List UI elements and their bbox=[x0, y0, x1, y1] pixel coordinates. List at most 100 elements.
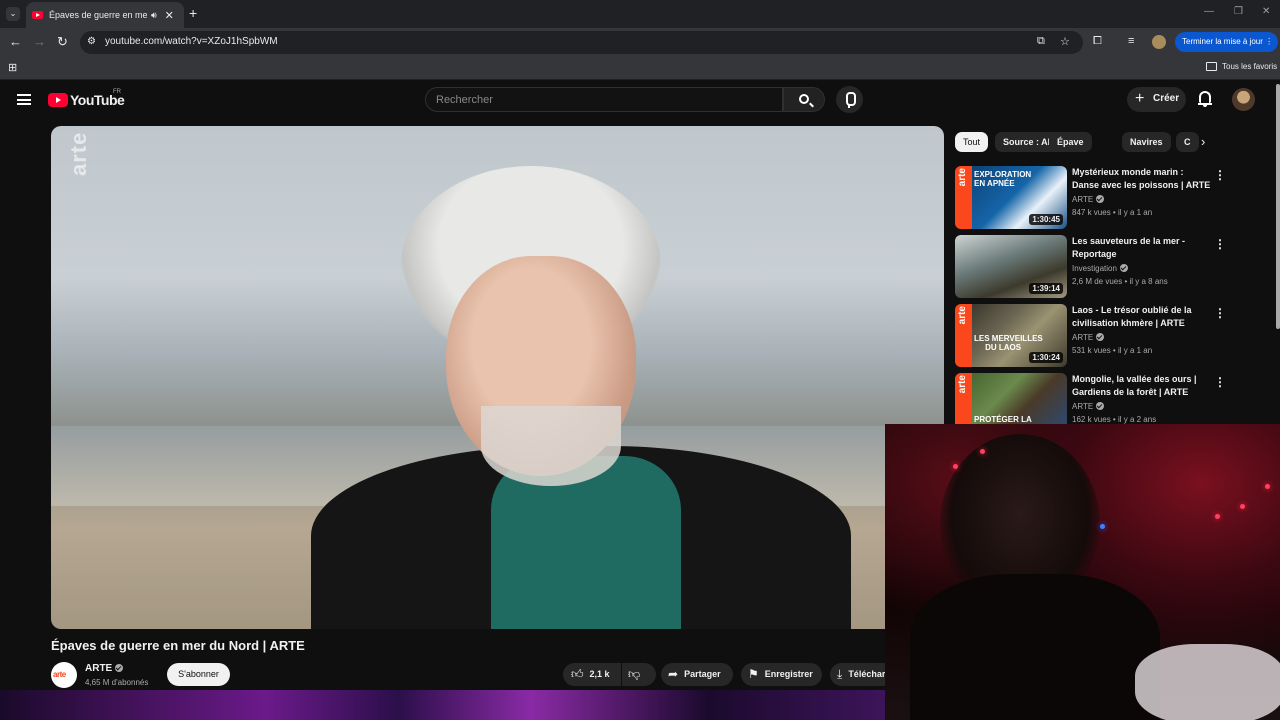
more-options-icon[interactable]: ⋮ bbox=[1214, 237, 1226, 251]
notifications-bell-icon[interactable] bbox=[1198, 90, 1212, 108]
update-button[interactable]: Terminer la mise à jour ⋮ bbox=[1175, 32, 1278, 52]
thumbs-up-icon: 👍︎ bbox=[571, 667, 584, 681]
arte-logo-band: arte bbox=[955, 304, 972, 367]
save-icon: ⚑ bbox=[748, 667, 759, 681]
recommendation-channel[interactable]: ARTE bbox=[1072, 333, 1105, 342]
share-button[interactable]: ➦ Partager bbox=[661, 663, 733, 686]
subscribe-button[interactable]: S'abonner bbox=[167, 663, 230, 686]
recommendation-item[interactable]: arte LES MERVEILLES DU LAOS 1:30:24 Laos… bbox=[955, 304, 1275, 368]
chip-all[interactable]: Tout bbox=[955, 132, 989, 152]
video-title: Épaves de guerre en mer du Nord | ARTE bbox=[51, 638, 305, 653]
webcam-pillow bbox=[1135, 644, 1280, 720]
video-thumbnail[interactable]: 1:39:14 bbox=[955, 235, 1067, 298]
chip-navires[interactable]: Navires bbox=[1122, 132, 1171, 152]
new-tab-icon[interactable]: + bbox=[189, 5, 197, 21]
video-thumbnail[interactable]: arte LES MERVEILLES DU LAOS 1:30:24 bbox=[955, 304, 1067, 367]
url-text: youtube.com/watch?v=XZoJ1hSpbWM bbox=[105, 36, 278, 47]
string-light bbox=[1215, 514, 1220, 519]
scene-beard bbox=[481, 406, 621, 486]
recommendation-meta: 2,6 M de vues • il y a 8 ans bbox=[1072, 277, 1168, 286]
bookmarks-bar: ⊞ Tous les favoris bbox=[0, 56, 1280, 80]
verified-icon bbox=[1096, 333, 1105, 341]
like-button[interactable]: 👍︎ 2,1 k bbox=[563, 663, 621, 686]
forward-icon[interactable]: → bbox=[33, 34, 46, 49]
recommendation-meta: 847 k vues • il y a 1 an bbox=[1072, 208, 1153, 217]
close-window-icon[interactable]: ✕ bbox=[1262, 6, 1270, 17]
browser-toolbar: ← → ↻ ⚙ youtube.com/watch?v=XZoJ1hSpbWM … bbox=[0, 28, 1280, 56]
more-options-icon[interactable]: ⋮ bbox=[1214, 306, 1226, 320]
download-icon: ⤓ bbox=[837, 667, 843, 681]
verified-icon bbox=[1096, 402, 1105, 410]
search-button[interactable] bbox=[783, 87, 825, 112]
channel-name[interactable]: ARTE bbox=[85, 663, 124, 674]
all-bookmarks-link[interactable]: Tous les favoris bbox=[1222, 62, 1277, 71]
recommendation-item[interactable]: arte EXPLORATION EN APNÉE 1:30:45 Mystéri… bbox=[955, 166, 1275, 230]
menu-icon[interactable] bbox=[17, 94, 31, 105]
tab-title: Épaves de guerre en mer du bbox=[49, 10, 147, 20]
recommendation-channel[interactable]: ARTE bbox=[1072, 402, 1105, 411]
chip-epave[interactable]: Épave bbox=[1049, 132, 1092, 152]
youtube-header: YouTube FR Rechercher + Créer bbox=[0, 81, 1280, 119]
browser-tab[interactable]: Épaves de guerre en mer du 🔊︎ ✕ bbox=[26, 2, 184, 28]
string-light bbox=[980, 449, 985, 454]
search-icon bbox=[799, 94, 809, 104]
chip-more[interactable]: C bbox=[1176, 132, 1199, 152]
thumbnail-text: LES MERVEILLES DU LAOS bbox=[974, 334, 1043, 352]
close-tab-icon[interactable]: ✕ bbox=[165, 9, 174, 22]
youtube-play-icon bbox=[48, 93, 68, 107]
video-player[interactable]: arte bbox=[51, 126, 944, 629]
restore-icon[interactable]: ❐ bbox=[1234, 6, 1243, 17]
page-scrollbar[interactable] bbox=[1276, 84, 1280, 329]
channel-avatar[interactable]: arte bbox=[51, 662, 77, 688]
recommendation-channel[interactable]: Investigation bbox=[1072, 264, 1128, 273]
recommendation-title[interactable]: Mystérieux monde marin : Danse avec les … bbox=[1072, 166, 1212, 192]
verified-icon bbox=[115, 664, 124, 672]
string-light bbox=[1265, 484, 1270, 489]
recommendation-channel[interactable]: ARTE bbox=[1072, 195, 1105, 204]
recommendation-meta: 162 k vues • il y a 2 ans bbox=[1072, 415, 1157, 424]
cast-icon[interactable]: ⧉ bbox=[1037, 35, 1045, 48]
address-bar[interactable]: ⚙ youtube.com/watch?v=XZoJ1hSpbWM ⧉ ☆ bbox=[80, 31, 1083, 54]
country-code: FR bbox=[113, 89, 121, 95]
back-icon[interactable]: ← bbox=[9, 34, 22, 49]
duration-badge: 1:39:14 bbox=[1029, 283, 1063, 294]
chevron-right-icon[interactable]: › bbox=[1201, 134, 1205, 149]
create-button[interactable]: + Créer bbox=[1127, 87, 1186, 112]
tab-search-icon[interactable]: ⌄ bbox=[6, 7, 20, 21]
audio-playing-icon[interactable]: 🔊︎ bbox=[151, 10, 157, 21]
search-input[interactable]: Rechercher bbox=[425, 87, 783, 112]
string-light bbox=[953, 464, 958, 469]
more-options-icon[interactable]: ⋮ bbox=[1214, 375, 1226, 389]
recommendation-item[interactable]: 1:39:14 Les sauveteurs de la mer - Repor… bbox=[955, 235, 1275, 299]
thumbnail-text: PROTÉGER LA bbox=[974, 415, 1032, 424]
more-options-icon[interactable]: ⋮ bbox=[1214, 168, 1226, 182]
plus-icon: + bbox=[1135, 90, 1145, 107]
recommendation-title[interactable]: Mongolie, la vallée des ours | Gardiens … bbox=[1072, 373, 1212, 399]
filter-chips: Tout Source : ARTE Épave Navires C bbox=[955, 132, 1220, 154]
recommendation-title[interactable]: Laos - Le trésor oublié de la civilisati… bbox=[1072, 304, 1212, 330]
dislike-button[interactable]: 👎︎ bbox=[622, 663, 656, 686]
profile-avatar-icon[interactable] bbox=[1152, 35, 1166, 49]
verified-icon bbox=[1119, 264, 1128, 272]
verified-icon bbox=[1096, 195, 1105, 203]
background-image-strip bbox=[0, 690, 885, 720]
reading-list-icon[interactable]: ≡ bbox=[1128, 35, 1134, 47]
voice-search-icon[interactable] bbox=[836, 86, 863, 113]
account-avatar[interactable] bbox=[1232, 88, 1255, 111]
thumbnail-text: EXPLORATION EN APNÉE bbox=[974, 170, 1032, 188]
video-thumbnail[interactable]: arte EXPLORATION EN APNÉE 1:30:45 bbox=[955, 166, 1067, 229]
save-button[interactable]: ⚑ Enregistrer bbox=[741, 663, 822, 686]
reload-icon[interactable]: ↻ bbox=[57, 34, 68, 50]
duration-badge: 1:30:45 bbox=[1029, 214, 1063, 225]
minimize-icon[interactable]: — bbox=[1204, 6, 1214, 17]
download-button[interactable]: ⤓Télécharger bbox=[830, 663, 885, 686]
recommendation-meta: 531 k vues • il y a 1 an bbox=[1072, 346, 1153, 355]
youtube-logo[interactable]: YouTube FR bbox=[48, 89, 125, 108]
bookmark-star-icon[interactable]: ☆ bbox=[1060, 35, 1070, 48]
extensions-icon[interactable]: ⧠ bbox=[1093, 35, 1102, 48]
folder-icon bbox=[1206, 62, 1217, 71]
recommendation-title[interactable]: Les sauveteurs de la mer - Reportage bbox=[1072, 235, 1212, 261]
apps-grid-icon[interactable]: ⊞ bbox=[8, 61, 17, 74]
subscriber-count: 4,65 M d'abonnés bbox=[85, 678, 149, 687]
site-info-icon[interactable]: ⚙ bbox=[87, 36, 96, 47]
